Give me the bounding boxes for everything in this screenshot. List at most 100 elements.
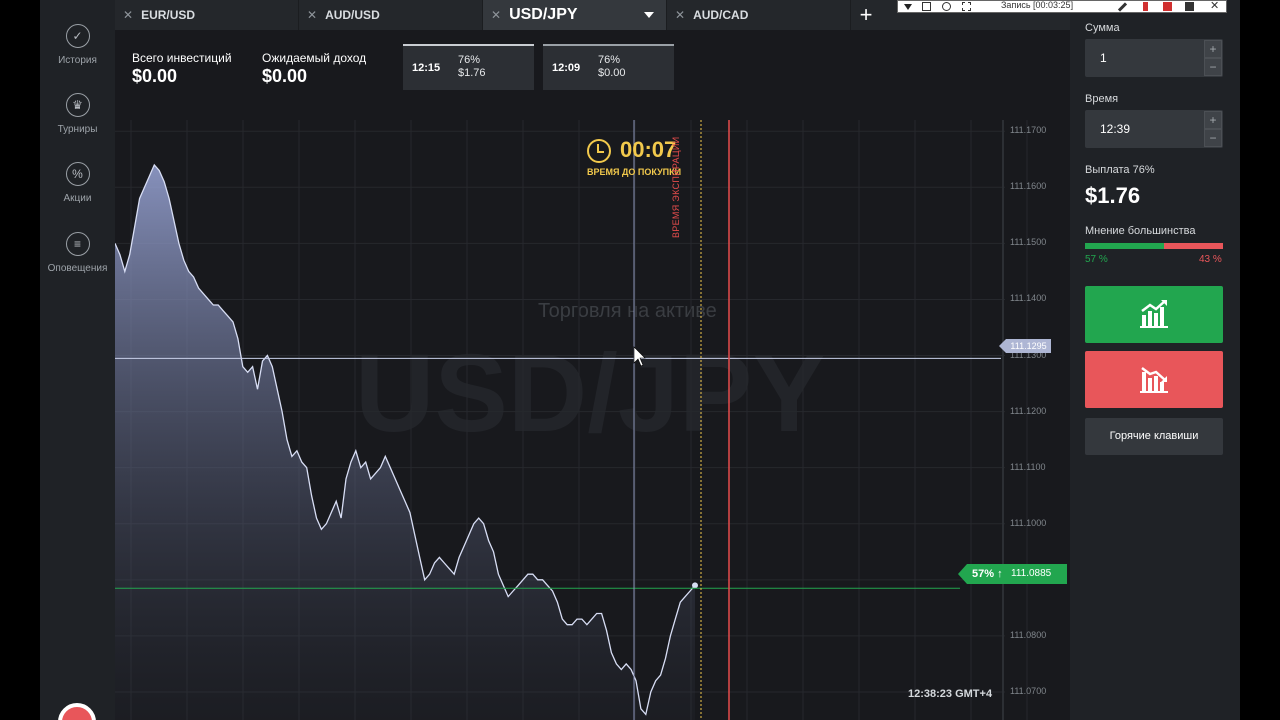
close-icon[interactable]: ✕ [123, 8, 133, 22]
y-tick-label: 111.0700 [1010, 685, 1047, 696]
opinion-price: 111.0885 [1011, 568, 1052, 579]
total-invested: Всего инвестиций $0.00 [132, 51, 232, 87]
chevron-down-icon[interactable] [644, 12, 654, 18]
deal-progress-bar [403, 44, 534, 46]
stop-icon[interactable] [1163, 2, 1172, 11]
y-tick-label: 111.1700 [1010, 125, 1047, 136]
left-black-border [0, 0, 40, 720]
trophy-icon: ♛ [65, 93, 90, 117]
opinion-percent: 57% ↑ [972, 568, 1003, 580]
pause-icon[interactable] [1143, 2, 1148, 11]
recorder-title: Запись [00:03:25] [1001, 0, 1074, 10]
expected-income-value: $0.00 [262, 66, 308, 86]
check-icon: ✓ [65, 24, 90, 48]
left-nav: ✓ История ♛ Турниры % Акции ≡ Оповещения [40, 0, 115, 720]
total-invested-value: $0.00 [132, 66, 178, 86]
majority-up-value: 57 % [1085, 254, 1108, 265]
deal-progress-bar [543, 44, 674, 46]
expected-income: Ожидаемый доход $0.00 [262, 51, 366, 87]
time-increase-button[interactable]: + [1204, 111, 1222, 129]
deal-percent: 76% [598, 54, 621, 66]
chart-up-icon [1140, 300, 1168, 328]
y-tick-label: 111.1400 [1010, 293, 1047, 304]
time-value: 12:39 [1100, 122, 1131, 136]
time-decrease-button[interactable]: − [1204, 129, 1222, 147]
time-label: Время [1085, 93, 1119, 105]
y-tick-label: 111.1600 [1010, 181, 1047, 192]
y-tick-label: 111.0800 [1010, 629, 1047, 640]
add-tab-button[interactable]: + [852, 0, 880, 30]
majority-down-fill [1163, 243, 1223, 249]
timer-caption: ВРЕМЯ ДО ПОКУПКИ [587, 167, 682, 177]
chevron-down-icon[interactable] [904, 4, 912, 10]
close-icon[interactable]: ✕ [491, 8, 501, 22]
price-chart[interactable]: USD/JPY Торговля на активе 00:07 ВРЕМЯ Д… [115, 120, 1070, 720]
y-tick-label: 111.1200 [1010, 405, 1047, 416]
amount-decrease-button[interactable]: − [1204, 58, 1222, 76]
amount-increase-button[interactable]: + [1204, 40, 1222, 58]
recorder-toolbar: Запись [00:03:25] ✕ [897, 0, 1227, 13]
chart-canvas [115, 120, 1028, 720]
deal-card[interactable]: 12:15 76% $1.76 [403, 44, 534, 90]
chart-down-icon [1140, 367, 1168, 393]
expected-income-label: Ожидаемый доход [262, 51, 367, 65]
close-icon[interactable]: ✕ [675, 8, 685, 22]
clock-icon [587, 139, 611, 163]
chart-clock: 12:38:23 GMT+4 [908, 688, 993, 700]
tab-label: USD/JPY [509, 6, 578, 23]
deal-time: 12:09 [552, 62, 581, 74]
nav-history[interactable]: ✓ История [40, 24, 115, 66]
tab-label: AUD/CAD [693, 8, 749, 22]
hotkeys-button[interactable]: Горячие клавиши [1085, 418, 1223, 455]
y-tick-label: 111.1000 [1010, 517, 1047, 528]
majority-up-fill [1085, 243, 1164, 249]
nav-notifications[interactable]: ≡ Оповещения [40, 232, 115, 274]
tab-aud-usd[interactable]: ✕ AUD/USD [299, 0, 483, 30]
region-icon[interactable] [962, 2, 971, 11]
current-price-point [692, 582, 698, 589]
time-field[interactable]: 12:39 + − [1085, 110, 1223, 148]
camera-icon[interactable] [1185, 2, 1194, 11]
amount-label: Сумма [1085, 22, 1120, 34]
y-tick-label: 111.1100 [1010, 461, 1046, 472]
deal-card[interactable]: 12:09 76% $0.00 [543, 44, 674, 90]
nav-promotions-label: Акции [63, 193, 92, 204]
put-down-button[interactable] [1085, 351, 1223, 408]
payout-value: $1.76 [1085, 183, 1141, 208]
payout-label: Выплата 76% [1085, 164, 1155, 176]
close-icon[interactable]: ✕ [307, 8, 317, 22]
nav-tournaments[interactable]: ♛ Турниры [40, 93, 115, 135]
right-black-border [1240, 0, 1280, 720]
majority-label: Мнение большинства [1085, 225, 1196, 237]
expiration-caption: ВРЕМЯ ЭКСПИРАЦИИ [671, 136, 681, 238]
tab-eur-usd[interactable]: ✕ EUR/USD [115, 0, 299, 30]
tab-label: EUR/USD [141, 8, 196, 22]
percent-icon: % [65, 162, 90, 186]
deal-payout: $0.00 [598, 67, 626, 79]
mouse-cursor [633, 346, 646, 367]
pen-icon[interactable] [1117, 2, 1128, 12]
deal-time: 12:15 [412, 62, 441, 74]
tab-aud-cad[interactable]: ✕ AUD/CAD [667, 0, 851, 30]
timer-value: 00:07 [620, 137, 677, 162]
y-tick-label: 111.1500 [1010, 237, 1047, 248]
total-invested-label: Всего инвестиций [132, 51, 232, 65]
nav-notifications-label: Оповещения [47, 263, 108, 274]
search-icon[interactable] [942, 2, 951, 11]
amount-field[interactable]: 1 + − [1085, 39, 1223, 77]
majority-down-value: 43 % [1199, 254, 1222, 265]
deal-percent: 76% [458, 54, 481, 66]
nav-tournaments-label: Турниры [57, 124, 98, 135]
call-up-button[interactable] [1085, 286, 1223, 343]
tab-label: AUD/USD [325, 8, 380, 22]
deal-payout: $1.76 [458, 67, 486, 79]
close-icon[interactable]: ✕ [1210, 0, 1219, 12]
opinion-tag: 57% ↑ 111.0885 [958, 564, 1067, 584]
tab-usd-jpy[interactable]: ✕ USD/JPY [483, 0, 667, 30]
current-price-tag: 111.1295 [999, 339, 1051, 353]
nav-promotions[interactable]: % Акции [40, 162, 115, 204]
window-icon[interactable] [922, 2, 931, 11]
amount-value: 1 [1100, 51, 1107, 65]
nav-history-label: История [58, 55, 97, 66]
list-icon: ≡ [65, 232, 90, 256]
